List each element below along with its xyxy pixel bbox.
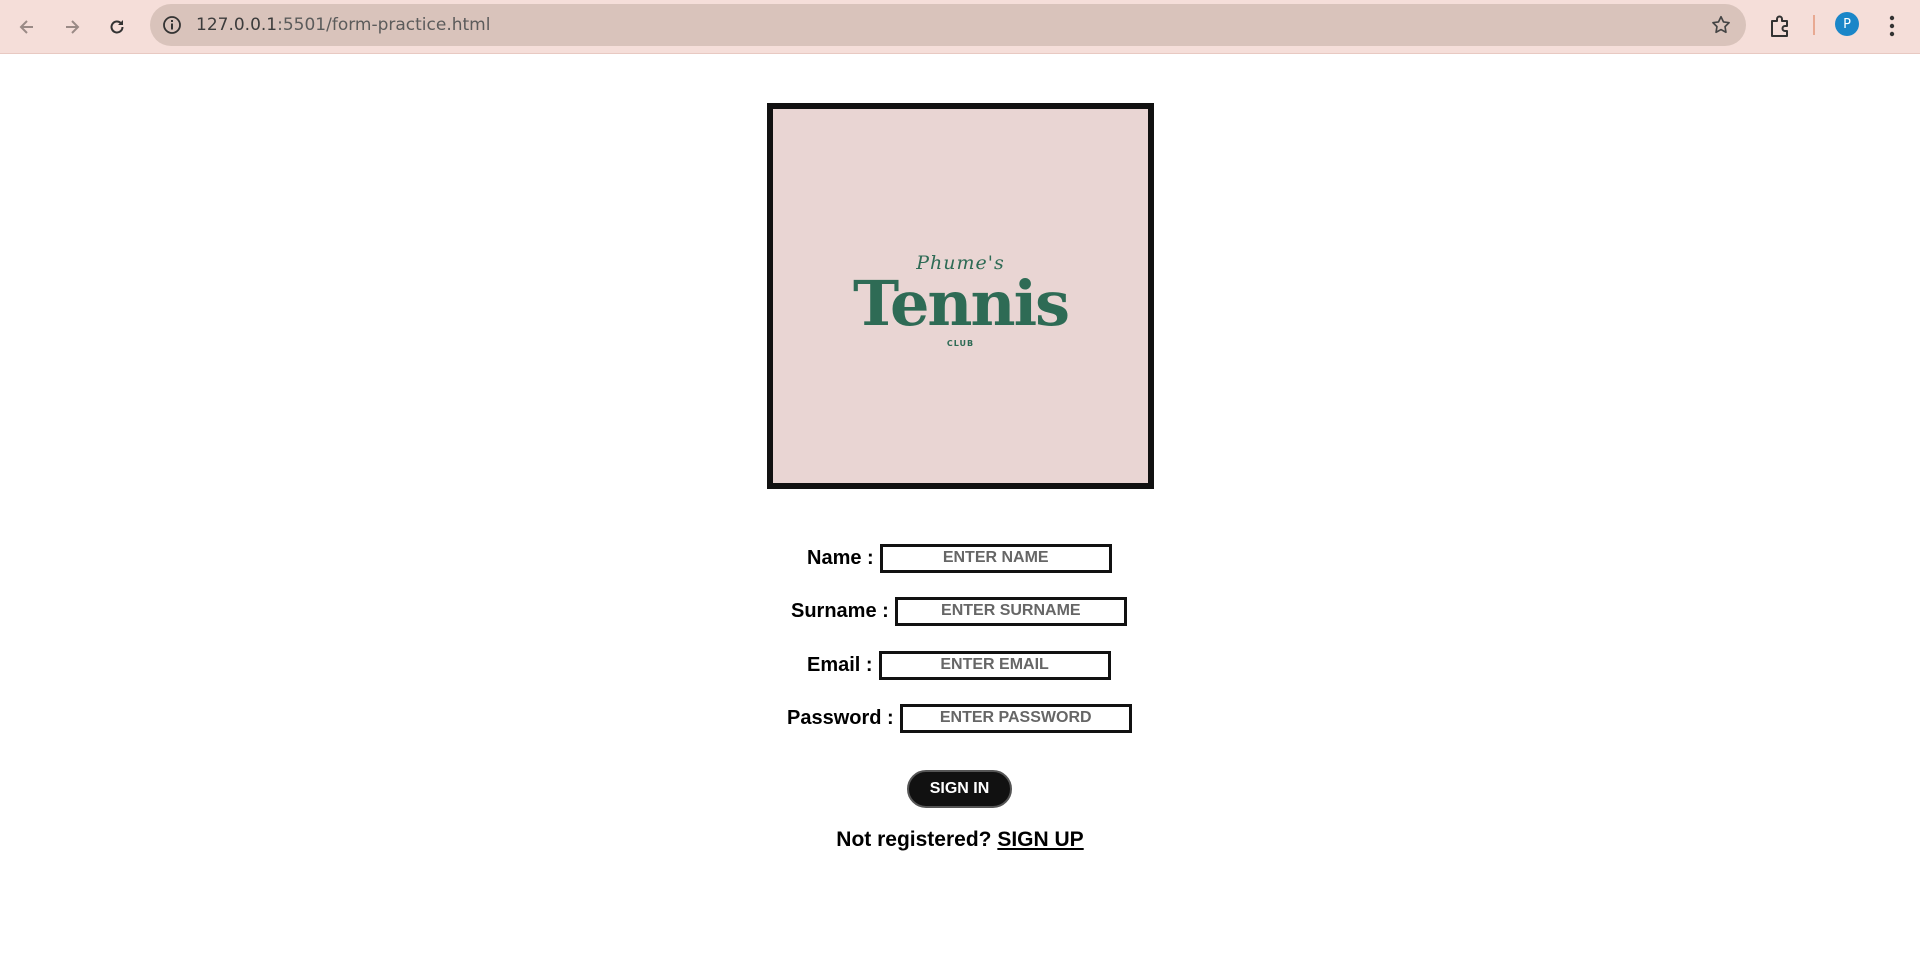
extensions-icon[interactable] (1767, 13, 1793, 39)
email-label: Email : (807, 653, 873, 676)
name-input[interactable] (879, 543, 1112, 573)
back-button[interactable] (10, 10, 44, 44)
email-input[interactable] (878, 650, 1111, 680)
logo-title: Tennis (852, 267, 1070, 340)
page-content: Phume's Tennis CLUB Name : Surname : Ema… (0, 55, 1920, 964)
password-label: Password : (787, 706, 894, 729)
forward-icon (66, 20, 80, 34)
sign-up-link[interactable]: SIGN UP (997, 828, 1083, 851)
logo-subtitle: CLUB (946, 339, 975, 348)
surname-row: Surname : (791, 596, 1127, 626)
club-logo: Phume's Tennis CLUB (767, 103, 1154, 489)
toolbar-divider (1813, 15, 1815, 35)
reload-icon (110, 20, 124, 34)
browser-toolbar: 127.0.0.1:5501/form-practice.html P (0, 0, 1920, 54)
info-icon[interactable] (162, 15, 182, 35)
url-host: 127.0.0.1 (196, 15, 278, 35)
name-label: Name : (807, 546, 874, 569)
password-input[interactable] (899, 703, 1132, 733)
signup-prompt-text: Not registered? (836, 828, 992, 851)
sign-in-button[interactable]: SIGN IN (907, 770, 1012, 808)
name-row: Name : (807, 543, 1112, 573)
signup-prompt: Not registered? SIGN UP (0, 828, 1920, 852)
star-icon[interactable] (1710, 14, 1732, 36)
password-row: Password : (787, 703, 1132, 733)
email-row: Email : (807, 650, 1111, 680)
profile-avatar[interactable]: P (1835, 12, 1859, 36)
reload-button[interactable] (100, 10, 134, 44)
url-path: :5501/form-practice.html (277, 15, 491, 35)
menu-icon[interactable] (1882, 13, 1902, 39)
url-text[interactable]: 127.0.0.1:5501/form-practice.html (196, 4, 490, 46)
forward-button[interactable] (55, 10, 89, 44)
surname-input[interactable] (894, 596, 1127, 626)
back-icon (19, 20, 33, 34)
surname-label: Surname : (791, 599, 889, 622)
address-bar[interactable]: 127.0.0.1:5501/form-practice.html (150, 4, 1746, 46)
